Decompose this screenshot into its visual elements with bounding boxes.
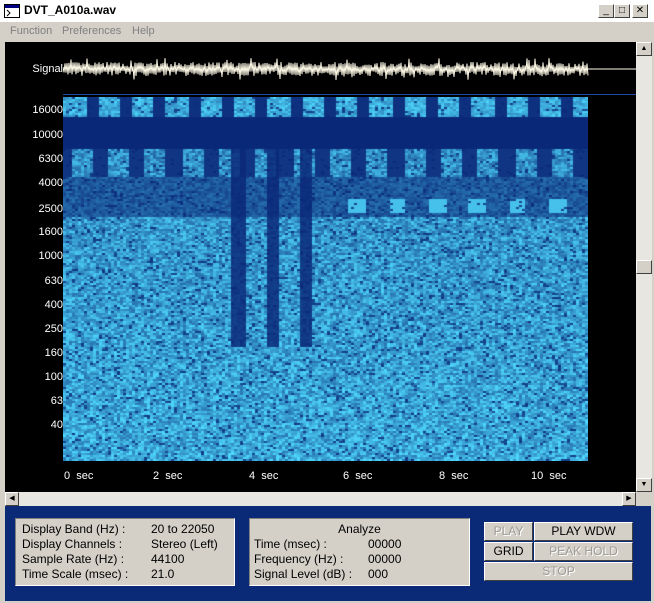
vertical-scroll-thumb[interactable]: [636, 260, 652, 274]
time-label: Time (msec) :: [254, 537, 327, 551]
menu-bar: Function Preferences Help: [0, 23, 654, 42]
frequency-tick-label: 630: [44, 275, 63, 287]
app-window-icon: [4, 4, 20, 18]
peak-hold-button[interactable]: PEAK HOLD: [534, 542, 633, 561]
scroll-down-arrow-icon[interactable]: ▼: [636, 478, 652, 492]
time-tick-label: 0 sec: [64, 470, 94, 482]
frequency-tick-label: 6300: [38, 153, 63, 165]
time-tick-label: 4 sec: [249, 470, 279, 482]
time-scale-value: 21.0: [151, 567, 175, 581]
sample-rate-label: Sample Rate (Hz) :: [22, 552, 125, 566]
frequency-value: 00000: [368, 552, 402, 566]
horizontal-scrollbar[interactable]: ◀ ▶: [5, 492, 636, 506]
signal-level-label: Signal Level (dB) :: [254, 567, 353, 581]
menu-help[interactable]: Help: [132, 25, 155, 37]
menu-preferences[interactable]: Preferences: [62, 25, 121, 37]
spectrogram-image: [63, 97, 588, 461]
time-value: 00000: [368, 537, 402, 551]
spectrogram-display[interactable]: Signal 16000 10000 6300 4000 2500 1600 1000 630…: [5, 42, 636, 492]
grid-button[interactable]: GRID: [484, 542, 533, 561]
display-channels-label: Display Channels :: [22, 537, 123, 551]
frequency-tick-label: 63: [50, 395, 63, 407]
vertical-scrollbar[interactable]: ▲ ▼: [636, 42, 652, 492]
minimize-button[interactable]: _: [598, 4, 614, 18]
frequency-tick-label: 160: [44, 347, 63, 359]
time-scale-label: Time Scale (msec) :: [22, 567, 129, 581]
menu-function[interactable]: Function: [10, 25, 52, 37]
frequency-tick-label: 100: [44, 371, 63, 383]
scroll-left-arrow-icon[interactable]: ◀: [5, 492, 19, 506]
frequency-tick-label: 10000: [32, 129, 63, 141]
frequency-tick-label: 250: [44, 323, 63, 335]
stop-button[interactable]: STOP: [484, 562, 633, 581]
time-tick-label: 10 sec: [531, 470, 567, 482]
time-tick-label: 2 sec: [153, 470, 183, 482]
close-button[interactable]: ✕: [632, 4, 648, 18]
maximize-button[interactable]: □: [614, 4, 630, 18]
frequency-tick-label: 400: [44, 299, 63, 311]
time-tick-label: 6 sec: [343, 470, 373, 482]
frequency-label: Frequency (Hz) :: [254, 552, 344, 566]
frequency-tick-label: 2500: [38, 203, 63, 215]
signal-waveform: [63, 58, 636, 81]
frequency-tick-label: 1600: [38, 226, 63, 238]
frequency-tick-label: 1000: [38, 250, 63, 262]
display-band-label: Display Band (Hz) :: [22, 522, 126, 536]
play-button[interactable]: PLAY: [484, 522, 533, 541]
frequency-tick-label: 40: [50, 419, 63, 431]
signal-label: Signal: [32, 63, 63, 75]
title-bar: DVT_A010a.wav _ □ ✕: [0, 0, 654, 23]
frequency-tick-label: 4000: [38, 177, 63, 189]
window-title: DVT_A010a.wav: [24, 3, 117, 17]
time-tick-label: 8 sec: [439, 470, 469, 482]
analyze-title: Analyze: [338, 522, 381, 536]
scroll-up-arrow-icon[interactable]: ▲: [636, 42, 652, 56]
signal-level-value: 000: [368, 567, 389, 581]
analyze-box: Analyze Time (msec) : 00000 Frequency (H…: [249, 518, 470, 586]
status-panel: Display Band (Hz) : 20 to 22050 Display …: [5, 506, 651, 601]
sample-rate-value: 44100: [151, 552, 185, 566]
divider-line: [63, 94, 636, 95]
display-info-box: Display Band (Hz) : 20 to 22050 Display …: [15, 518, 235, 586]
display-band-value: 20 to 22050: [151, 522, 215, 536]
display-channels-value: Stereo (Left): [151, 537, 218, 551]
frequency-tick-label: 16000: [32, 104, 63, 116]
scroll-right-arrow-icon[interactable]: ▶: [622, 492, 636, 506]
play-window-button[interactable]: PLAY WDW: [534, 522, 633, 541]
